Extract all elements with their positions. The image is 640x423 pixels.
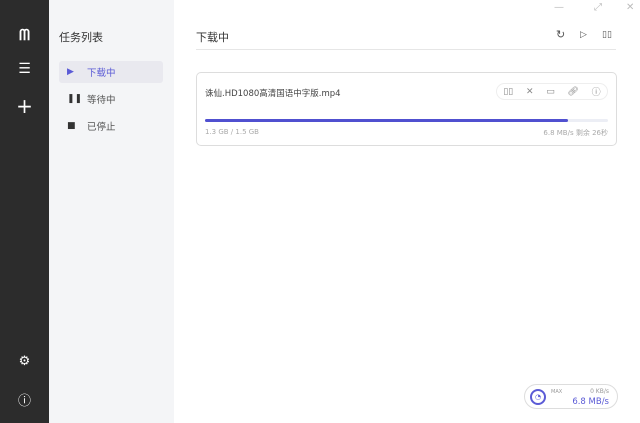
nav-label: 下载中 [87, 68, 116, 79]
task-name: 诛仙.HD1080高清国语中字版.mp4 [205, 89, 341, 99]
max-label: MAX [551, 389, 563, 395]
nav-label: 等待中 [87, 95, 116, 106]
task-actions: ▯▯ ✕ ▭ 🔗︎ ⓘ [496, 83, 608, 100]
pause-all-icon[interactable]: ▯▯ [602, 30, 612, 40]
help-icon[interactable]: ⓘ [0, 390, 49, 409]
nav-downloading[interactable]: ▶ 下载中 [59, 61, 163, 83]
folder-icon[interactable]: ▭ [546, 87, 555, 97]
task-speed: 6.8 MB/s 剩余 26秒 [543, 128, 608, 138]
refresh-icon[interactable]: ↻ [556, 28, 565, 41]
delete-icon[interactable]: ✕ [526, 87, 534, 97]
preferences-icon[interactable]: ⚙ [0, 354, 49, 369]
progress-fill [205, 119, 568, 122]
download-speed: 6.8 MB/s [572, 397, 609, 407]
task-size: 1.3 GB / 1.5 GB [205, 128, 259, 136]
nav-label: 已停止 [87, 122, 116, 133]
speedometer[interactable]: ◔ MAX 0 KB/s 6.8 MB/s [524, 384, 618, 409]
speed-value: 6.8 MB/s [543, 129, 574, 137]
play-icon: ▶ [67, 67, 74, 77]
info-icon[interactable]: ⓘ [592, 85, 601, 98]
divider [196, 49, 616, 50]
logo-icon[interactable]: ᗰ [0, 26, 49, 44]
task-item[interactable]: 诛仙.HD1080高清国语中字版.mp4 ▯▯ ✕ ▭ 🔗︎ ⓘ 1.3 GB … [196, 72, 617, 146]
remaining-time: 剩余 26秒 [575, 129, 608, 137]
pause-icon: ❚❚ [67, 94, 83, 104]
maximize-icon[interactable]: ⤢ [594, 2, 602, 13]
task-list-icon[interactable]: ☰ [0, 61, 49, 77]
panel-title: 任务列表 [59, 31, 103, 44]
gauge-icon: ◔ [530, 389, 546, 405]
add-task-icon[interactable]: + [0, 94, 49, 118]
minimize-icon[interactable]: — [554, 2, 564, 13]
app-sidebar: ᗰ ☰ + ⚙ ⓘ [0, 0, 49, 423]
stop-icon: ■ [67, 121, 76, 131]
resume-all-icon[interactable]: ▷ [580, 30, 587, 40]
upload-speed: 0 KB/s [590, 388, 609, 395]
main-content: — ⤢ ✕ 下载中 ↻ ▷ ▯▯ 诛仙.HD1080高清国语中字版.mp4 ▯▯… [174, 0, 640, 423]
page-title: 下载中 [196, 31, 229, 44]
nav-waiting[interactable]: ❚❚ 等待中 [59, 88, 163, 110]
task-list-panel: 任务列表 ▶ 下载中 ❚❚ 等待中 ■ 已停止 [49, 0, 174, 423]
nav-stopped[interactable]: ■ 已停止 [59, 115, 163, 137]
progress-bar [205, 119, 608, 122]
link-icon[interactable]: 🔗︎ [567, 87, 578, 97]
close-window-icon[interactable]: ✕ [626, 2, 634, 13]
pause-icon[interactable]: ▯▯ [503, 87, 513, 97]
